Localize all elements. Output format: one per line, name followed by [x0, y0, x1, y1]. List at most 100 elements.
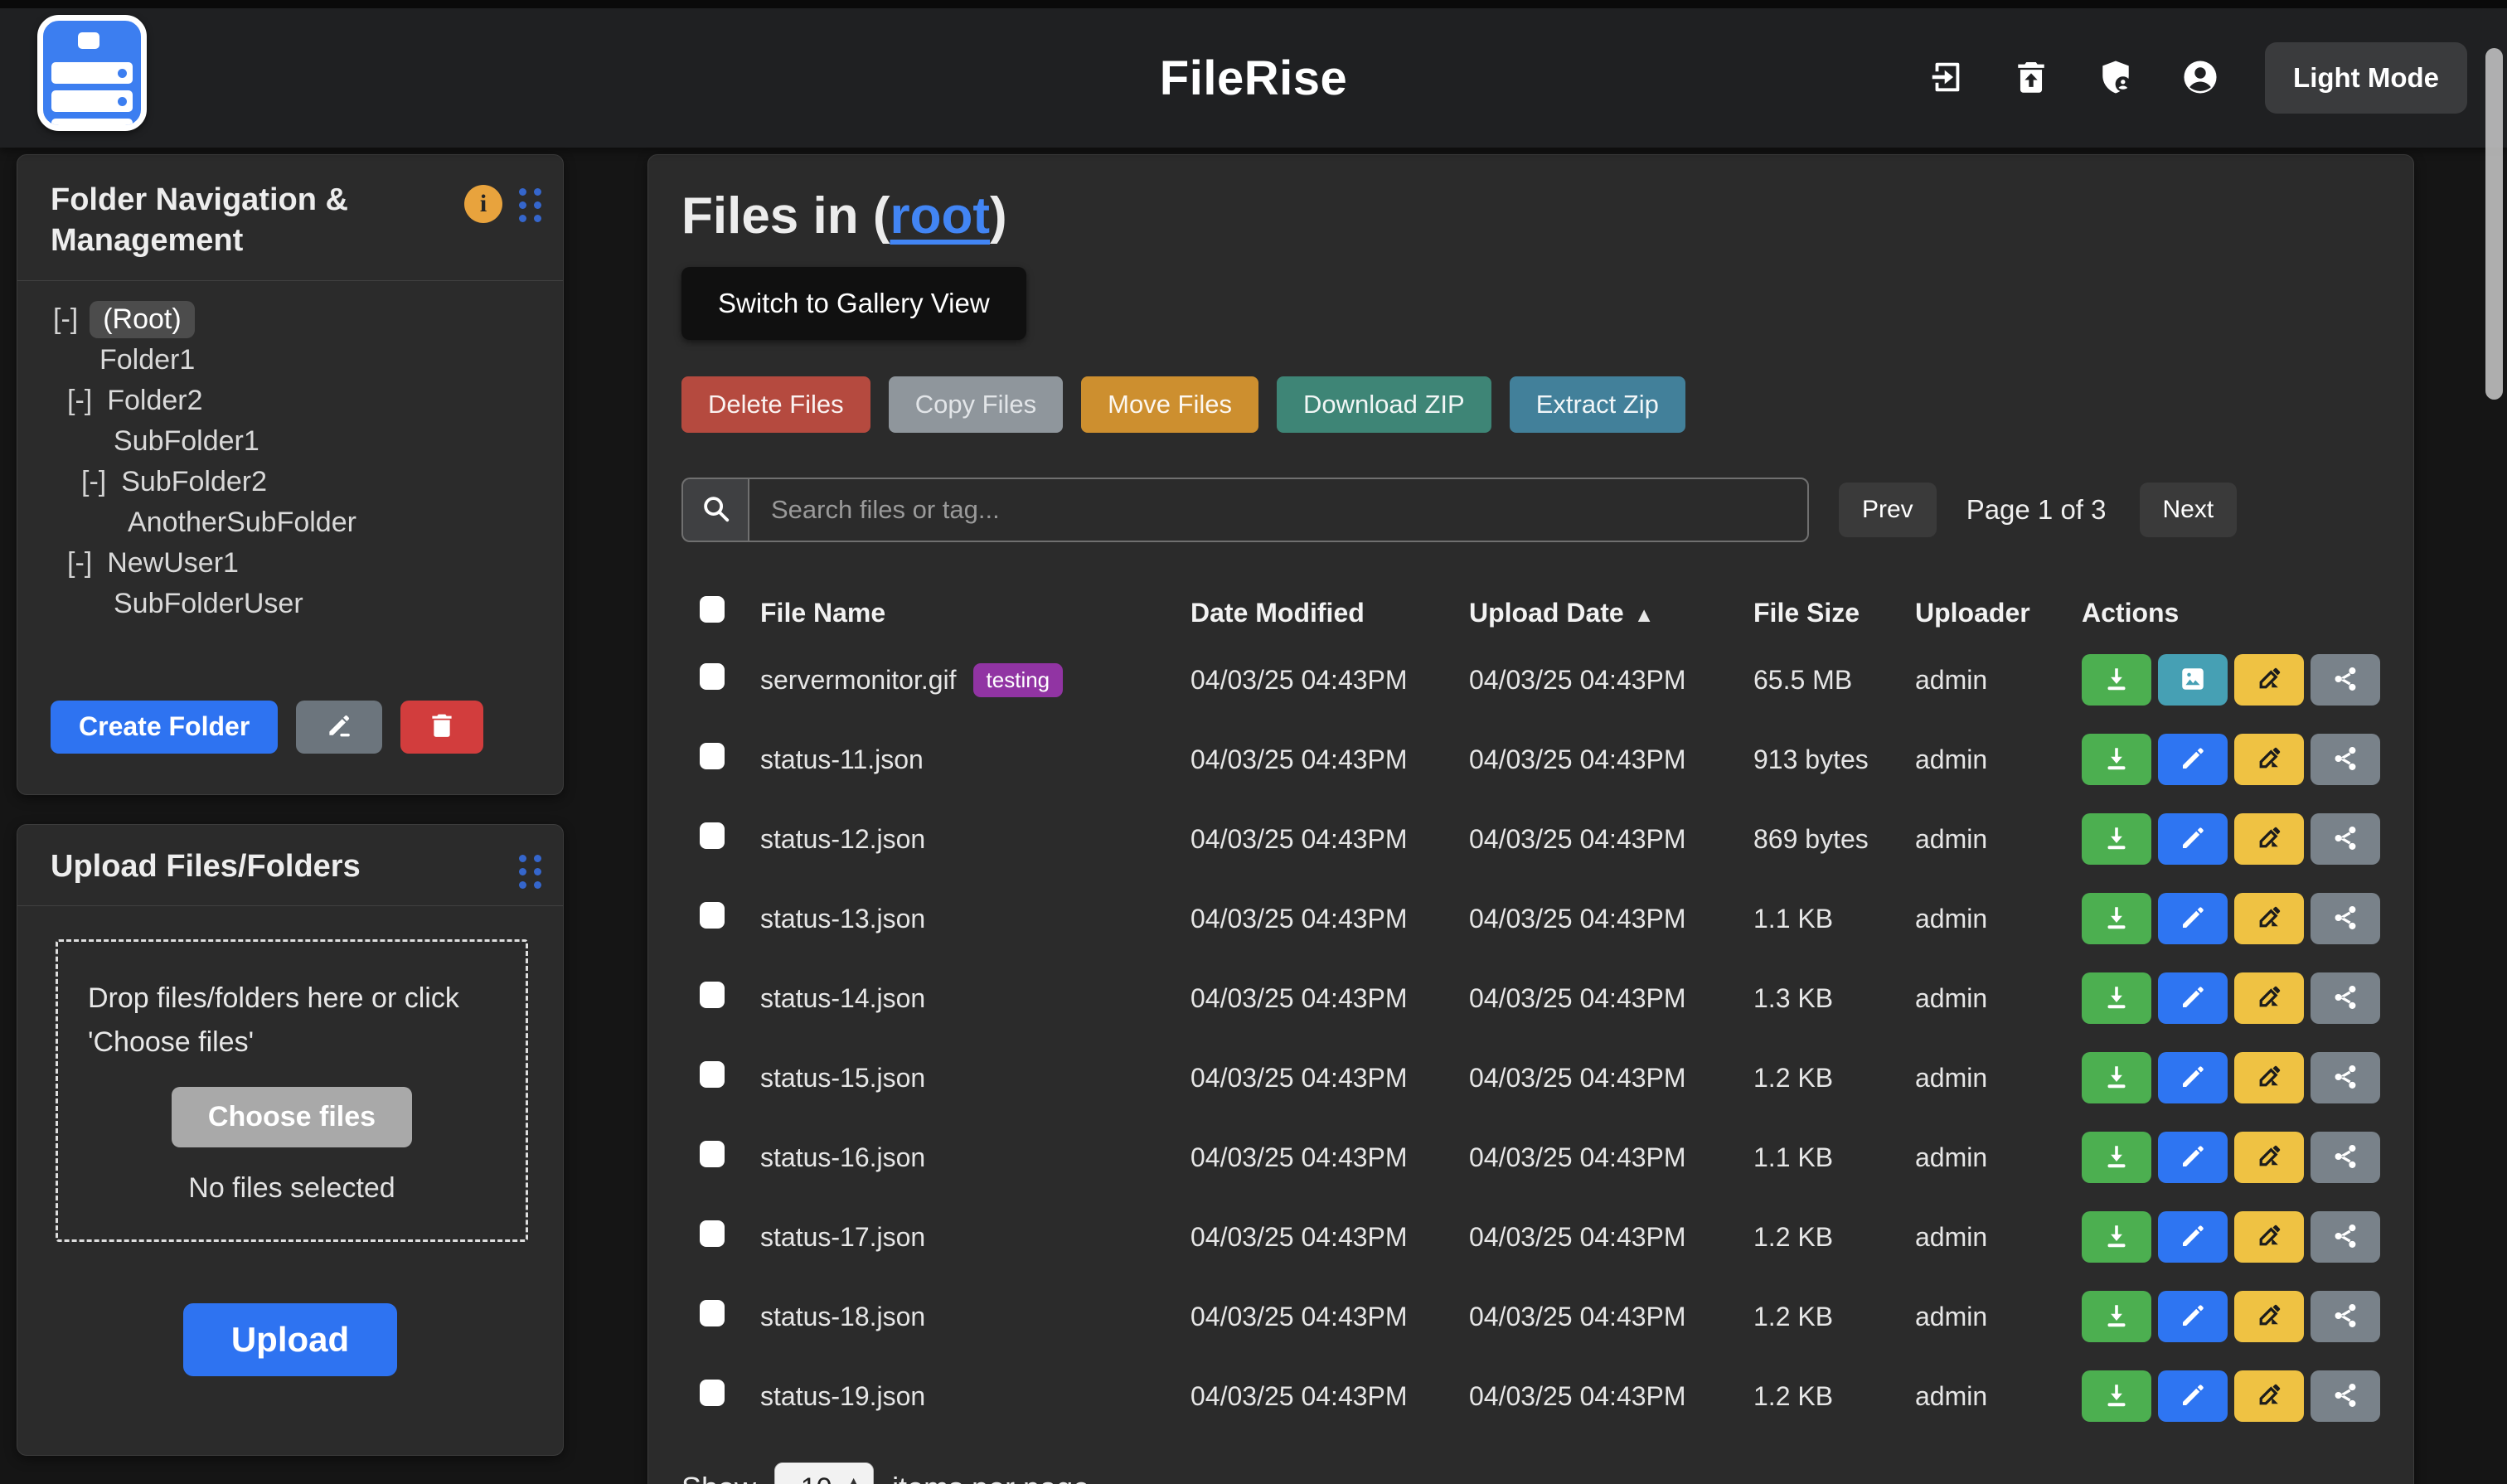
- download-file-button[interactable]: [2082, 734, 2151, 785]
- file-name[interactable]: status-19.json: [760, 1381, 925, 1412]
- row-checkbox[interactable]: [700, 982, 725, 1008]
- download-file-button[interactable]: [2082, 1291, 2151, 1342]
- download-file-button[interactable]: [2082, 654, 2151, 706]
- folder-name[interactable]: SubFolder1: [110, 423, 263, 460]
- row-second-action[interactable]: [2158, 654, 2228, 706]
- folder-tree-item[interactable]: [-] (Root): [51, 299, 538, 340]
- folder-tree-item[interactable]: SubFolder1: [51, 421, 538, 462]
- folder-tree-item[interactable]: [-] NewUser1: [51, 543, 538, 584]
- download-file-button[interactable]: [2082, 1052, 2151, 1103]
- row-checkbox[interactable]: [700, 1380, 725, 1406]
- next-page-button[interactable]: Next: [2140, 483, 2238, 537]
- folder-name[interactable]: NewUser1: [104, 545, 242, 582]
- rename-folder-button[interactable]: [296, 701, 382, 754]
- share-file-button[interactable]: [2311, 813, 2380, 865]
- file-name[interactable]: status-17.json: [760, 1222, 925, 1253]
- file-name[interactable]: status-16.json: [760, 1142, 925, 1173]
- file-name[interactable]: status-14.json: [760, 983, 925, 1014]
- extract-zip-button[interactable]: Extract Zip: [1510, 376, 1685, 433]
- folder-name[interactable]: Folder1: [96, 342, 198, 379]
- folder-name[interactable]: (Root): [90, 301, 194, 338]
- drag-handle-icon[interactable]: [519, 185, 541, 222]
- rename-file-button[interactable]: [2234, 654, 2304, 706]
- download-file-button[interactable]: [2082, 813, 2151, 865]
- folder-name[interactable]: SubFolderUser: [110, 585, 307, 623]
- file-name[interactable]: status-13.json: [760, 904, 925, 934]
- folder-tree-item[interactable]: [-] Folder2: [51, 381, 538, 421]
- col-file-name[interactable]: File Name: [760, 598, 1190, 628]
- items-per-page-select[interactable]: 10 ▲▼: [774, 1462, 874, 1484]
- row-second-action[interactable]: [2158, 1052, 2228, 1103]
- row-second-action[interactable]: [2158, 1132, 2228, 1183]
- filerise-logo[interactable]: [37, 15, 147, 131]
- create-folder-button[interactable]: Create Folder: [51, 701, 278, 754]
- download-file-button[interactable]: [2082, 893, 2151, 944]
- share-file-button[interactable]: [2311, 1132, 2380, 1183]
- row-checkbox[interactable]: [700, 663, 725, 690]
- row-second-action[interactable]: [2158, 1211, 2228, 1263]
- info-icon[interactable]: i: [464, 185, 502, 223]
- row-second-action[interactable]: [2158, 1291, 2228, 1342]
- light-mode-button[interactable]: Light Mode: [2265, 42, 2467, 114]
- folder-tree-item[interactable]: Folder1: [51, 340, 538, 381]
- share-file-button[interactable]: [2311, 1211, 2380, 1263]
- row-second-action[interactable]: [2158, 893, 2228, 944]
- select-all-checkbox[interactable]: [700, 596, 725, 623]
- rename-file-button[interactable]: [2234, 1370, 2304, 1422]
- row-second-action[interactable]: [2158, 1370, 2228, 1422]
- row-checkbox[interactable]: [700, 1220, 725, 1247]
- share-file-button[interactable]: [2311, 654, 2380, 706]
- download-file-button[interactable]: [2082, 972, 2151, 1024]
- choose-files-button[interactable]: Choose files: [172, 1087, 412, 1147]
- file-name[interactable]: status-18.json: [760, 1302, 925, 1332]
- rename-file-button[interactable]: [2234, 734, 2304, 785]
- empty-trash-button[interactable]: [2011, 58, 2051, 98]
- copy-files-button[interactable]: Copy Files: [889, 376, 1063, 433]
- rename-file-button[interactable]: [2234, 813, 2304, 865]
- row-second-action[interactable]: [2158, 734, 2228, 785]
- share-file-button[interactable]: [2311, 893, 2380, 944]
- share-file-button[interactable]: [2311, 1291, 2380, 1342]
- col-file-size[interactable]: File Size: [1753, 598, 1915, 628]
- row-checkbox[interactable]: [700, 1141, 725, 1167]
- share-file-button[interactable]: [2311, 1052, 2380, 1103]
- row-checkbox[interactable]: [700, 743, 725, 769]
- folder-tree-item[interactable]: SubFolderUser: [51, 584, 538, 624]
- root-folder-link[interactable]: root: [890, 187, 990, 245]
- upload-dropzone[interactable]: Drop files/folders here or click 'Choose…: [56, 939, 528, 1242]
- tree-toggle[interactable]: [-]: [81, 466, 106, 498]
- delete-files-button[interactable]: Delete Files: [681, 376, 870, 433]
- row-checkbox[interactable]: [700, 822, 725, 849]
- rename-file-button[interactable]: [2234, 1211, 2304, 1263]
- download-file-button[interactable]: [2082, 1211, 2151, 1263]
- search-icon-button[interactable]: [681, 478, 748, 542]
- file-name[interactable]: servermonitor.gif: [760, 665, 957, 696]
- folder-tree-item[interactable]: [-] SubFolder2: [51, 462, 538, 502]
- rename-file-button[interactable]: [2234, 893, 2304, 944]
- folder-name[interactable]: Folder2: [104, 382, 206, 419]
- account-button[interactable]: [2180, 58, 2220, 98]
- file-name[interactable]: status-11.json: [760, 744, 924, 775]
- row-checkbox[interactable]: [700, 902, 725, 929]
- row-second-action[interactable]: [2158, 972, 2228, 1024]
- folder-name[interactable]: AnotherSubFolder: [124, 504, 360, 541]
- folder-tree-item[interactable]: AnotherSubFolder: [51, 502, 538, 543]
- col-upload-date[interactable]: Upload Date▲: [1469, 598, 1753, 628]
- share-file-button[interactable]: [2311, 734, 2380, 785]
- row-checkbox[interactable]: [700, 1061, 725, 1088]
- search-input[interactable]: [748, 478, 1809, 542]
- share-file-button[interactable]: [2311, 972, 2380, 1024]
- tree-toggle[interactable]: [-]: [67, 547, 92, 580]
- switch-gallery-view-button[interactable]: Switch to Gallery View: [681, 267, 1026, 340]
- tree-toggle[interactable]: [-]: [53, 303, 78, 336]
- share-file-button[interactable]: [2311, 1370, 2380, 1422]
- tree-toggle[interactable]: [-]: [67, 385, 92, 417]
- rename-file-button[interactable]: [2234, 972, 2304, 1024]
- col-uploader[interactable]: Uploader: [1915, 598, 2082, 628]
- rename-file-button[interactable]: [2234, 1052, 2304, 1103]
- download-zip-button[interactable]: Download ZIP: [1277, 376, 1491, 433]
- download-file-button[interactable]: [2082, 1370, 2151, 1422]
- folder-name[interactable]: SubFolder2: [118, 463, 270, 501]
- logout-button[interactable]: [1927, 58, 1966, 98]
- upload-button[interactable]: Upload: [183, 1303, 397, 1376]
